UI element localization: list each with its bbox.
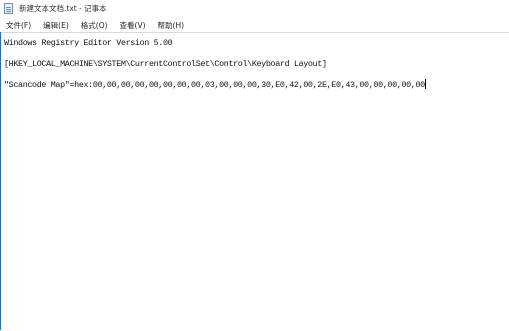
notepad-window: 新建文本文档.txt - 记事本 文件(F) 编辑(E) 格式(O) 查看(V)… xyxy=(0,0,509,331)
editor-line-2: [HKEY_LOCAL_MACHINE\SYSTEM\CurrentContro… xyxy=(4,59,327,69)
menu-view[interactable]: 查看(V) xyxy=(114,20,152,31)
notepad-icon xyxy=(4,3,13,14)
editor-line-3: "Scancode Map"=hex:00,00,00,00,00,00,00,… xyxy=(4,79,426,90)
window-title: 新建文本文档.txt - 记事本 xyxy=(19,4,107,13)
menu-bar: 文件(F) 编辑(E) 格式(O) 查看(V) 帮助(H) xyxy=(0,18,509,32)
text-caret xyxy=(424,79,426,89)
title-bar[interactable]: 新建文本文档.txt - 记事本 xyxy=(0,0,509,17)
text-editor-area[interactable]: Windows Registry Editor Version 5.00 [HK… xyxy=(1,32,509,331)
menu-file[interactable]: 文件(F) xyxy=(0,20,37,31)
editor-line-1: Windows Registry Editor Version 5.00 xyxy=(4,38,173,48)
menu-help[interactable]: 帮助(H) xyxy=(152,20,191,31)
menu-format[interactable]: 格式(O) xyxy=(75,20,114,31)
editor-line-3-text: "Scancode Map"=hex:00,00,00,00,00,00,00,… xyxy=(4,80,425,90)
menu-edit[interactable]: 编辑(E) xyxy=(37,20,75,31)
